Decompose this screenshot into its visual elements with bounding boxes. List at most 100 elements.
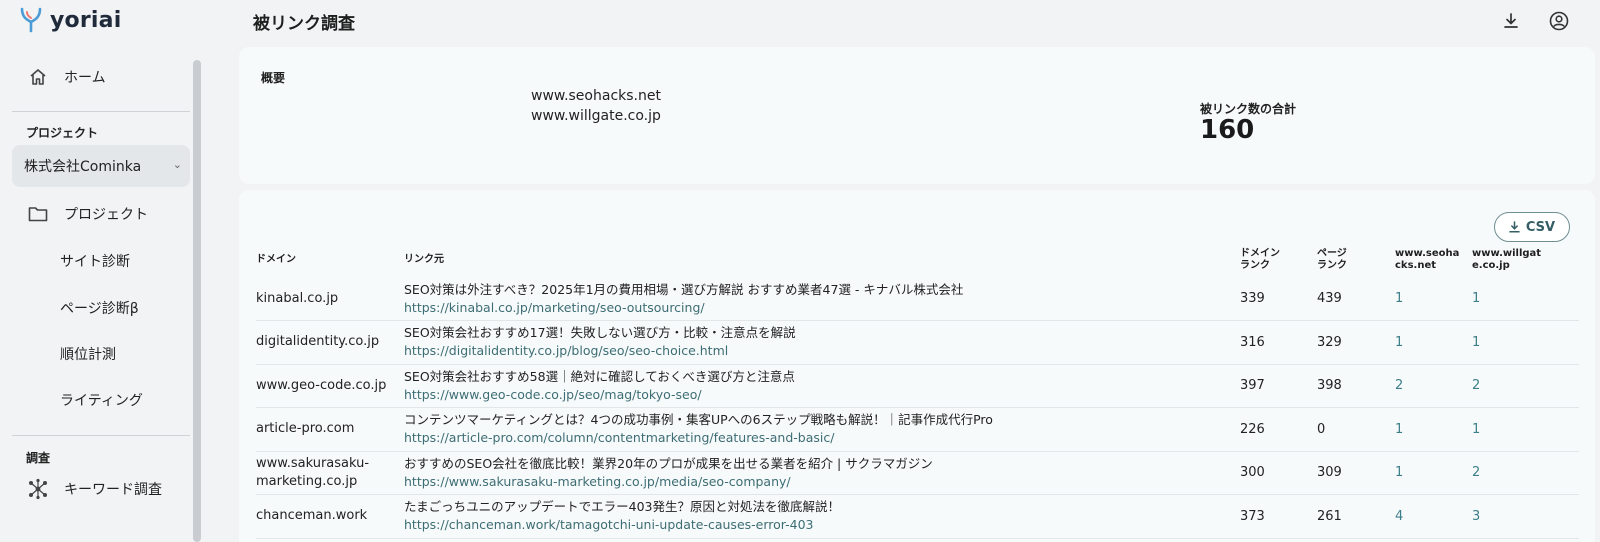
source-url-link[interactable]: https://www.geo-code.co.jp/seo/mag/tokyo…	[404, 386, 1236, 404]
summary-site: www.seohacks.net	[531, 88, 661, 104]
cell-site2-count: 2	[1472, 451, 1579, 495]
header-line: ランク	[1240, 259, 1270, 271]
sidebar-item-label: キーワード調査	[64, 482, 162, 498]
source-url-link[interactable]: https://chanceman.work/tamagotchi-uni-up…	[404, 516, 1236, 534]
cell-source: おすすめのSEO会社を徹底比較！業界20年のプロが成果を出せる業者を紹介 | サ…	[404, 451, 1240, 495]
cell-site2-count: 3	[1472, 494, 1579, 539]
column-header-source[interactable]: リンク元	[404, 242, 1240, 277]
header-line: ランク	[1317, 259, 1347, 271]
column-header-domain-rank[interactable]: ドメイン ランク	[1240, 242, 1317, 277]
cell-page-rank: 329	[1317, 320, 1395, 365]
sidebar-item-rank-tracking[interactable]: 順位計測	[12, 334, 190, 374]
cell-domain: kinabal.co.jp	[256, 277, 404, 321]
column-header-page-rank[interactable]: ページ ランク	[1317, 242, 1395, 277]
source-title: おすすめのSEO会社を徹底比較！業界20年のプロが成果を出せる業者を紹介 | サ…	[404, 455, 933, 471]
sidebar-item-label: ライティング	[60, 393, 143, 409]
source-title: SEO対策会社おすすめ17選！失敗しない選び方・比較・注意点を解説	[404, 325, 796, 341]
cell-site1-count: 1	[1395, 407, 1472, 452]
cell-domain: www.sakurasaku-marketing.co.jp	[256, 451, 404, 495]
csv-download-button[interactable]: CSV	[1494, 212, 1570, 242]
cell-domain: chanceman.work	[256, 494, 404, 539]
sidebar-scrollbar[interactable]	[193, 60, 201, 542]
sidebar-item-label: ページ診断β	[60, 301, 139, 317]
cell-domain: article-pro.com	[256, 407, 404, 452]
summary-sites: www.seohacks.net www.willgate.co.jp	[531, 86, 661, 126]
column-header-site2[interactable]: www.willgat e.co.jp	[1472, 242, 1579, 277]
cell-site1-count: 1	[1395, 277, 1472, 321]
cell-domain-rank: 226	[1240, 407, 1317, 452]
source-url-link[interactable]: https://article-pro.com/column/contentma…	[404, 429, 1236, 447]
table-row: chanceman.work たまごっちユニのアップデートでエラー403発生？原…	[256, 494, 1579, 539]
summary-card: 概要 www.seohacks.net www.willgate.co.jp 被…	[239, 47, 1595, 184]
source-url-link[interactable]: https://digitalidentity.co.jp/blog/seo/s…	[404, 342, 1236, 360]
column-header-site1[interactable]: www.seoha cks.net	[1395, 242, 1472, 277]
header-line: e.co.jp	[1472, 259, 1510, 271]
logo[interactable]: yoriai	[18, 6, 121, 34]
yoriai-logo-icon	[20, 7, 42, 33]
sidebar-item-home[interactable]: ホーム	[12, 57, 190, 97]
domain-line: www.sakurasaku-	[256, 455, 370, 471]
table-row: www.geo-code.co.jp SEO対策会社おすすめ58選｜絶対に確認し…	[256, 364, 1579, 408]
header-line: ページ	[1317, 247, 1347, 259]
cell-site2-count: 1	[1472, 277, 1579, 321]
sidebar-item-label: サイト診断	[60, 254, 130, 270]
section-label-research: 調査	[26, 451, 51, 465]
sidebar-item-project[interactable]: プロジェクト	[12, 194, 190, 234]
source-url-link[interactable]: https://www.sakurasaku-marketing.co.jp/m…	[404, 473, 1236, 491]
account-circle-icon[interactable]	[1548, 10, 1570, 32]
cell-page-rank: 398	[1317, 364, 1395, 408]
table-row: www.sakurasaku-marketing.co.jp おすすめのSEO会…	[256, 451, 1579, 495]
sidebar-item-label: 順位計測	[60, 347, 116, 363]
header-line: www.willgat	[1472, 247, 1542, 259]
table-row: article-pro.com コンテンツマーケティングとは？4つの成功事例・集…	[256, 407, 1579, 452]
domain-line: marketing.co.jp	[256, 473, 358, 489]
cell-source: SEO対策会社おすすめ17選！失敗しない選び方・比較・注意点を解説 https:/…	[404, 320, 1240, 365]
cell-domain-rank: 397	[1240, 364, 1317, 408]
table-header-row: ドメイン リンク元 ドメイン ランク ページ ランク www.seoha cks.ne…	[256, 242, 1579, 277]
summary-site: www.willgate.co.jp	[531, 108, 661, 124]
cell-page-rank: 0	[1317, 407, 1395, 452]
cell-site2-count: 1	[1472, 407, 1579, 452]
app-name: yoriai	[50, 7, 122, 33]
sidebar-item-writing[interactable]: ライティング	[12, 380, 190, 420]
project-select[interactable]: 株式会社Cominka ⌄	[12, 145, 190, 187]
cell-domain-rank: 339	[1240, 277, 1317, 321]
network-icon	[26, 477, 50, 501]
header-line: www.seoha	[1395, 247, 1460, 259]
results-card: CSV ドメイン リンク元 ドメイン ランク ページ ランク www.seoha ck…	[239, 190, 1595, 542]
header-line: ドメイン	[1240, 247, 1280, 259]
cell-domain-rank: 316	[1240, 320, 1317, 365]
cell-domain: digitalidentity.co.jp	[256, 320, 404, 365]
cell-page-rank: 261	[1317, 494, 1395, 539]
project-select-value: 株式会社Cominka	[24, 159, 142, 175]
folder-icon	[26, 202, 50, 226]
sidebar-item-label: プロジェクト	[64, 207, 148, 223]
source-title: SEO対策会社おすすめ58選｜絶対に確認しておくべき選び方と注意点	[404, 368, 795, 384]
header-line: cks.net	[1395, 259, 1437, 271]
sidebar-item-page-audit[interactable]: ページ診断β	[12, 288, 190, 328]
table-row: kinabal.co.jp SEO対策は外注すべき？2025年1月の費用相場・選…	[256, 277, 1579, 321]
sidebar-item-keyword-research[interactable]: キーワード調査	[12, 469, 190, 509]
sidebar: yoriai ホーム プロジェクト 株式会社Cominka ⌄ プロジェクト サ…	[0, 0, 205, 542]
download-icon	[1509, 221, 1520, 233]
cell-site1-count: 2	[1395, 364, 1472, 408]
divider	[12, 435, 190, 436]
table-row: digitalidentity.co.jp SEO対策会社おすすめ17選！失敗し…	[256, 320, 1579, 365]
section-label-project: プロジェクト	[26, 126, 99, 140]
source-url-link[interactable]: https://kinabal.co.jp/marketing/seo-outs…	[404, 299, 1236, 317]
cell-source: コンテンツマーケティングとは？4つの成功事例・集客UPへの6ステップ戦略も解説！…	[404, 407, 1240, 452]
sidebar-item-site-audit[interactable]: サイト診断	[12, 241, 190, 281]
sidebar-item-label: ホーム	[64, 70, 106, 86]
divider	[12, 111, 190, 112]
cell-source: SEO対策は外注すべき？2025年1月の費用相場・選び方解説 おすすめ業者47選…	[404, 277, 1240, 321]
column-header-domain[interactable]: ドメイン	[256, 242, 404, 277]
home-icon	[26, 65, 50, 89]
download-icon[interactable]	[1500, 10, 1522, 32]
cell-page-rank: 439	[1317, 277, 1395, 321]
cell-site2-count: 1	[1472, 320, 1579, 365]
cell-site1-count: 4	[1395, 494, 1472, 539]
source-title: コンテンツマーケティングとは？4つの成功事例・集客UPへの6ステップ戦略も解説！…	[404, 412, 993, 428]
total-backlinks-value: 160	[1200, 115, 1255, 145]
csv-label: CSV	[1525, 219, 1556, 235]
backlink-table: ドメイン リンク元 ドメイン ランク ページ ランク www.seoha cks.ne…	[256, 242, 1579, 539]
